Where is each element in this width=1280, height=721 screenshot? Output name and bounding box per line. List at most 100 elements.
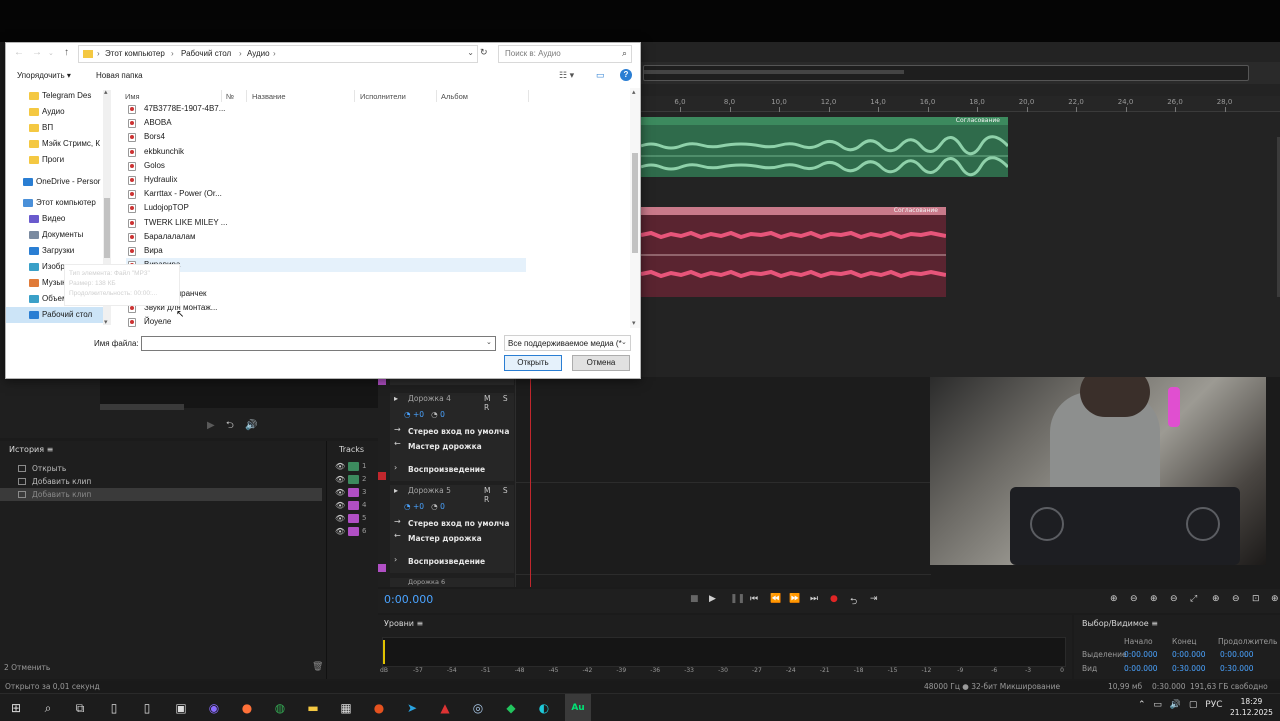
- new-folder-button[interactable]: Новая папка: [96, 71, 143, 80]
- preview-scrollbar[interactable]: [100, 404, 184, 410]
- collapse-icon[interactable]: ▸: [394, 486, 398, 495]
- tracks-tab[interactable]: Tracks: [339, 445, 364, 454]
- file-item[interactable]: Йоуеле: [126, 315, 526, 329]
- task-view-icon[interactable]: ⧉: [71, 699, 89, 717]
- clip-header[interactable]: Согласование: [641, 207, 946, 215]
- eye-icon[interactable]: 👁: [335, 488, 345, 497]
- multitrack-editor[interactable]: 6,0 8,0 10,0 12,0 14,0 16,0 18,0 20,0 22,0 24,0 26…: [641, 42, 1280, 377]
- search-icon[interactable]: ⌕: [622, 48, 627, 59]
- zoom-out-time-icon[interactable]: ⊖: [1170, 594, 1178, 604]
- menu-icon[interactable]: ≡: [1151, 619, 1158, 628]
- track-visibility-row[interactable]: 👁 6: [335, 526, 375, 538]
- nav-item[interactable]: Этот компьютер: [6, 195, 104, 211]
- column-header-title[interactable]: Название: [252, 92, 286, 101]
- chrome-icon[interactable]: ◍: [271, 699, 289, 717]
- chevron-right-icon[interactable]: ›: [273, 49, 276, 58]
- telegram-icon[interactable]: ➤: [403, 699, 421, 717]
- clip-header[interactable]: Согласование: [641, 117, 1008, 125]
- mute-solo-record-buttons[interactable]: M S R: [484, 486, 514, 504]
- file-item[interactable]: TWERK LIKE MILEY ...: [126, 216, 526, 230]
- eye-icon[interactable]: 👁: [335, 514, 345, 523]
- column-header-name[interactable]: Имя: [125, 92, 140, 101]
- file-item[interactable]: Баралалалам: [126, 230, 526, 244]
- obs-icon[interactable]: ◉: [205, 699, 223, 717]
- track-mode[interactable]: Воспроизведение: [408, 557, 485, 566]
- selection-start[interactable]: 0:00.000: [1124, 650, 1158, 659]
- preview-pane-icon[interactable]: ▭: [596, 70, 605, 81]
- go-to-end-icon[interactable]: ⏭: [810, 594, 818, 604]
- breadcrumb-item[interactable]: Аудио: [247, 49, 270, 58]
- file-item[interactable]: Вот он: [126, 272, 526, 286]
- record-icon[interactable]: ●: [830, 594, 838, 604]
- chevron-down-icon[interactable]: ⌄: [467, 48, 474, 57]
- history-tab[interactable]: История ≡: [9, 445, 53, 454]
- track-input[interactable]: Стерео вход по умолча: [408, 519, 509, 528]
- file-item[interactable]: Виравира: [126, 258, 526, 273]
- file-item[interactable]: Звуки для монтаж...: [126, 301, 526, 315]
- history-item[interactable]: Добавить клип: [0, 488, 322, 501]
- cancel-button[interactable]: Отмена: [572, 355, 630, 371]
- file-item[interactable]: Bors4: [126, 130, 526, 144]
- file-item[interactable]: 47B3778E-1907-4B7...: [126, 102, 526, 116]
- file-list-scroll-thumb[interactable]: [632, 153, 638, 253]
- stop-icon[interactable]: ■: [690, 594, 699, 604]
- play-icon[interactable]: ▶: [709, 594, 716, 604]
- track-output[interactable]: Мастер дорожка: [408, 534, 482, 543]
- nav-item[interactable]: OneDrive - Persor: [6, 174, 104, 190]
- file-item[interactable]: Готовый пранчек: [126, 287, 526, 301]
- zoom-in-amplitude-icon[interactable]: ⊕: [1110, 594, 1118, 604]
- refresh-icon[interactable]: ↻: [480, 47, 488, 58]
- yandex-browser-icon[interactable]: ●: [370, 699, 388, 717]
- play-icon[interactable]: ▶: [207, 420, 215, 431]
- zoom-full-icon[interactable]: ⤢: [1190, 594, 1197, 604]
- track-name[interactable]: Дорожка 5: [408, 486, 451, 495]
- zoom-selection-icon[interactable]: ⊡: [1252, 594, 1260, 604]
- column-header-number[interactable]: №: [226, 92, 234, 101]
- track-name[interactable]: Дорожка 6: [408, 578, 445, 586]
- track-5-header[interactable]: ▸ Дорожка 5 M S R ◔ +0 ◔ 0 → Стерео вход…: [390, 485, 514, 573]
- file-item[interactable]: LudojopTOP: [126, 201, 526, 215]
- filename-input[interactable]: [141, 336, 496, 351]
- loop-icon[interactable]: ⮌: [850, 594, 857, 610]
- zoom-out-point-icon[interactable]: ⊖: [1232, 594, 1240, 604]
- chevron-right-icon[interactable]: ›: [97, 49, 100, 58]
- file-item[interactable]: Вира: [126, 244, 526, 258]
- selection-view-tab[interactable]: Выбор/Видимое ≡: [1082, 619, 1158, 628]
- volume-icon[interactable]: 🔊: [1170, 700, 1181, 710]
- editor-zoom-scrollbar[interactable]: [643, 65, 1249, 81]
- menu-icon[interactable]: ≡: [417, 619, 424, 628]
- eye-icon[interactable]: 👁: [335, 527, 345, 536]
- app-icon[interactable]: ▣: [172, 699, 190, 717]
- zoom-tracks-icon[interactable]: ⊕: [1271, 594, 1279, 604]
- network-icon[interactable]: ▭: [1153, 700, 1162, 710]
- track-name[interactable]: Дорожка 4: [408, 394, 451, 403]
- app-icon[interactable]: ▲: [436, 699, 454, 717]
- volume-pan-row[interactable]: ◔ +0 ◔ 0: [404, 410, 445, 419]
- help-icon[interactable]: ?: [620, 69, 632, 81]
- nav-item[interactable]: Telegram Des: [6, 88, 104, 104]
- chevron-right-icon[interactable]: ›: [239, 49, 242, 58]
- address-bar[interactable]: › Этот компьютер › Рабочий стол › Аудио …: [78, 45, 478, 63]
- track-visibility-row[interactable]: 👁 1: [335, 461, 375, 473]
- windows-start-icon[interactable]: ⊞: [7, 699, 25, 717]
- trash-icon[interactable]: 🗑: [312, 662, 323, 672]
- organize-menu[interactable]: Упорядочить ▾: [17, 71, 71, 80]
- history-item[interactable]: Добавить клип: [0, 475, 322, 488]
- app-icon[interactable]: ▦: [337, 699, 355, 717]
- track-output[interactable]: Мастер дорожка: [408, 442, 482, 451]
- volume-pan-row[interactable]: ◔ +0 ◔ 0: [404, 502, 445, 511]
- track-visibility-row[interactable]: 👁 2: [335, 474, 375, 486]
- go-to-start-icon[interactable]: ⏮: [750, 594, 758, 604]
- nav-item[interactable]: ВП: [6, 120, 104, 136]
- chevron-up-icon[interactable]: ⌃: [1138, 700, 1146, 710]
- language-indicator[interactable]: РУС: [1205, 700, 1222, 710]
- file-app-icon[interactable]: ▯: [138, 699, 156, 717]
- filetype-select[interactable]: Все поддерживаемое медиа (*: [504, 335, 631, 351]
- menu-icon[interactable]: ≡: [47, 445, 54, 454]
- app-tray-icon[interactable]: ▢: [1189, 700, 1198, 710]
- view-end[interactable]: 0:30.000: [1172, 664, 1206, 673]
- clock[interactable]: 18:29 21.12.2025: [1230, 696, 1273, 718]
- track-input[interactable]: Стерео вход по умолча: [408, 427, 509, 436]
- time-ruler[interactable]: 6,0 8,0 10,0 12,0 14,0 16,0 18,0 20,0 22,0 24,0 26…: [641, 96, 1280, 112]
- volume-icon[interactable]: 🔊: [245, 420, 257, 431]
